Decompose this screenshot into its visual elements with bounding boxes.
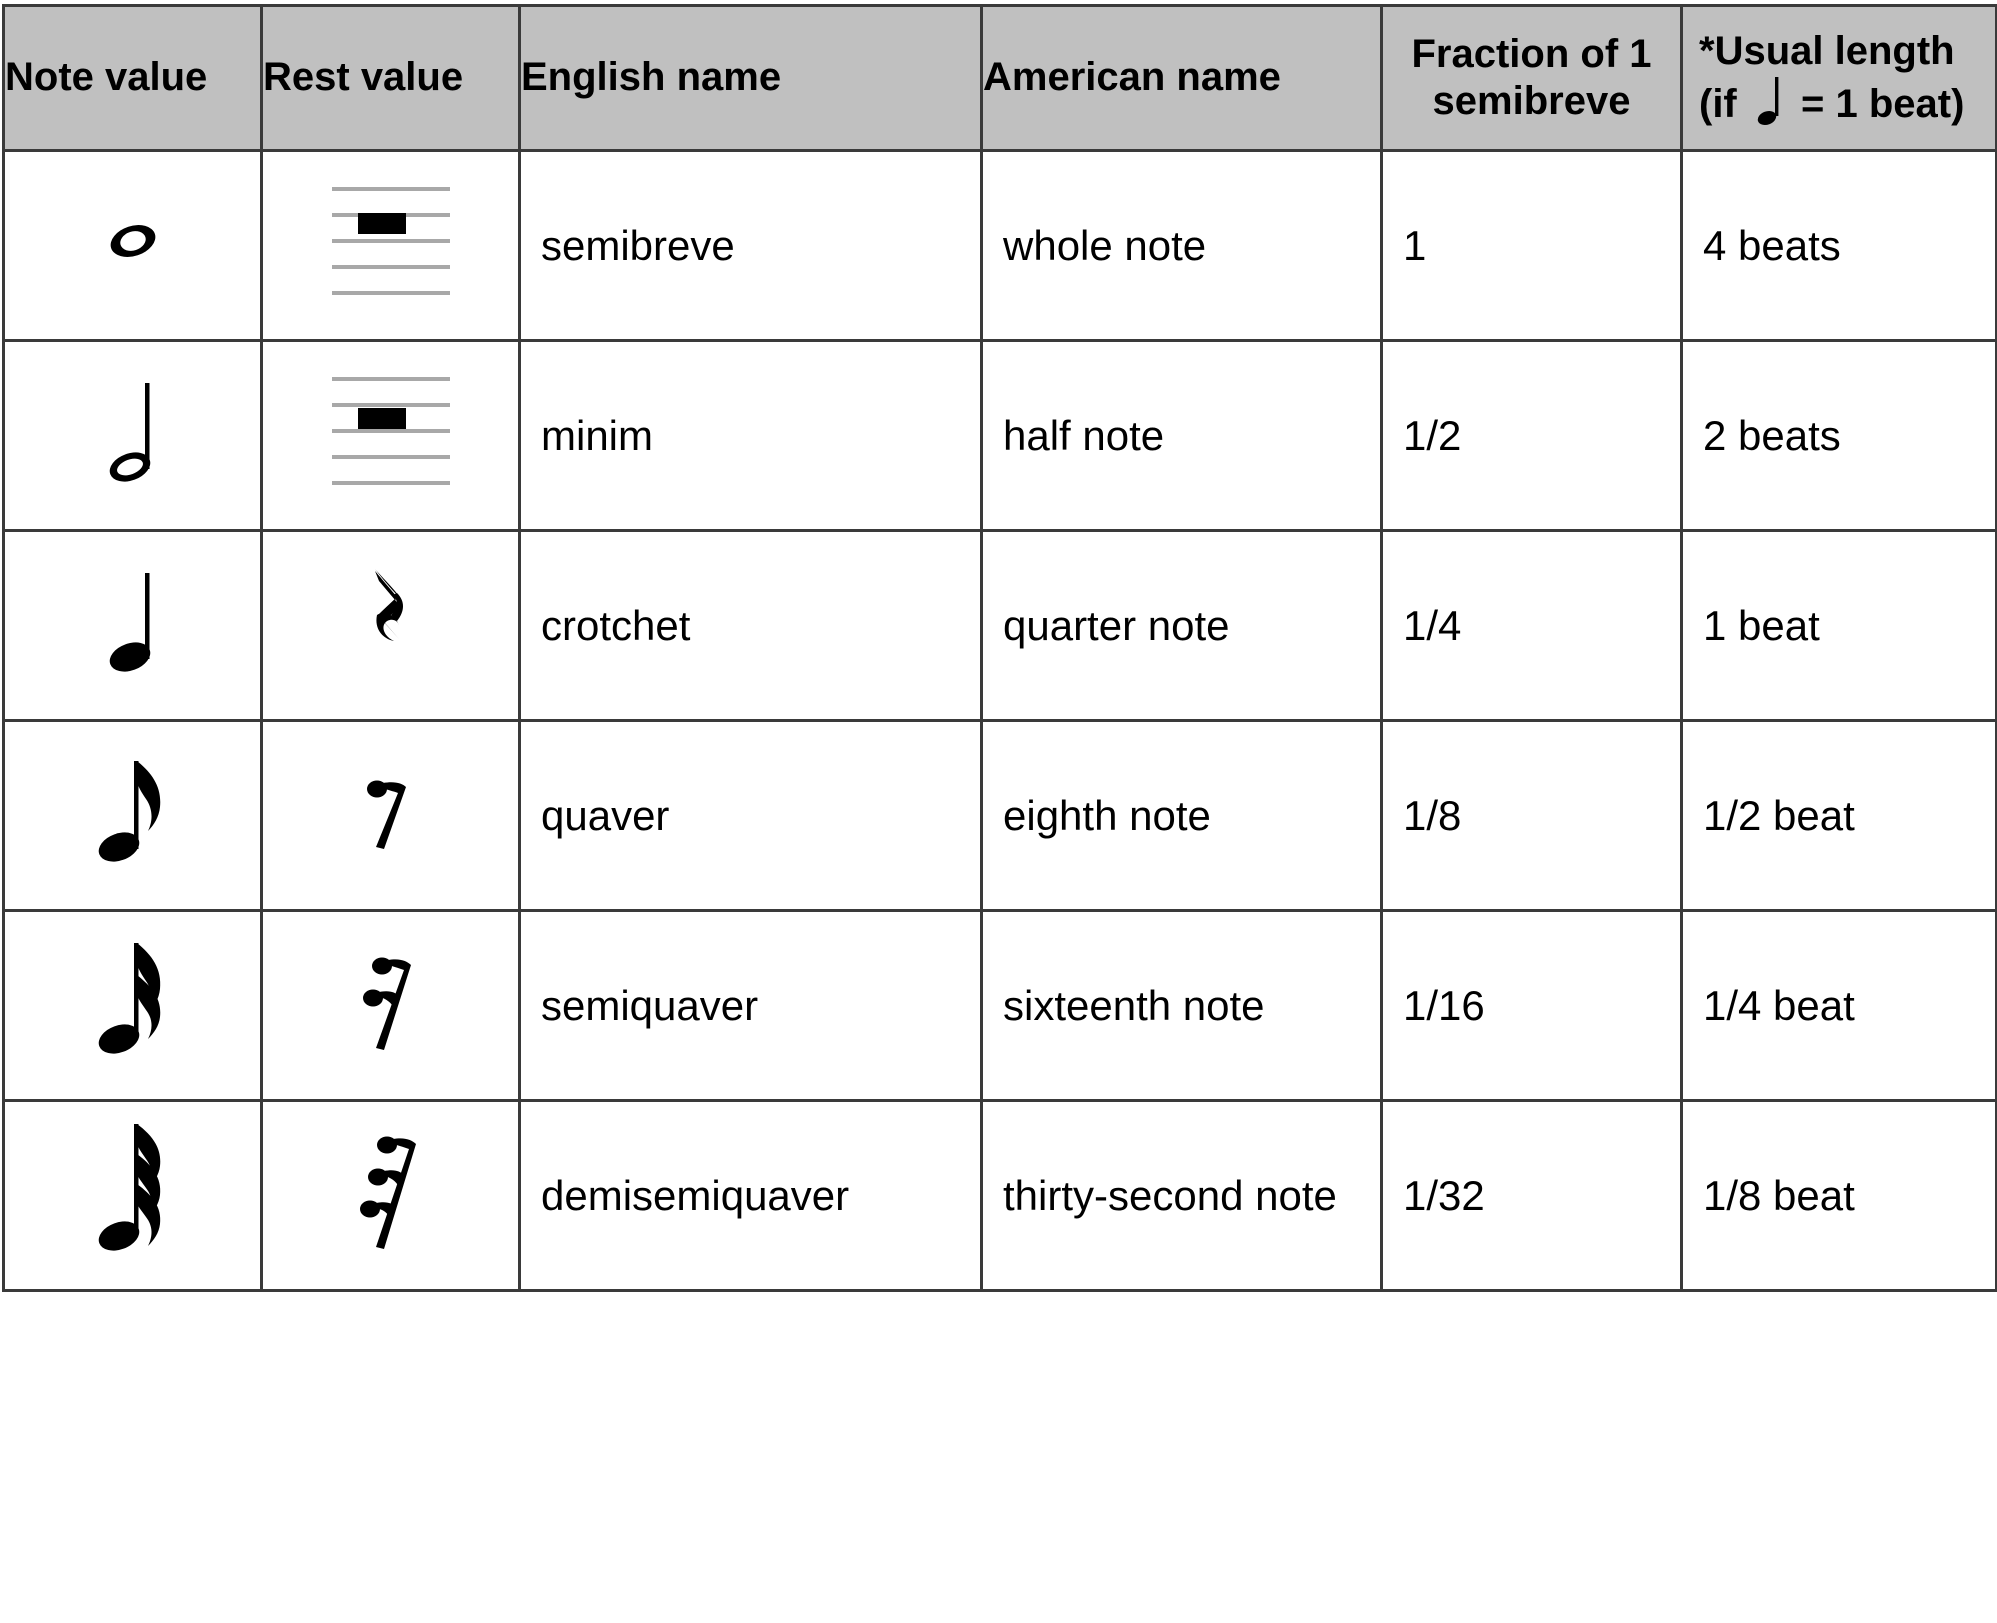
cell-usual-length: 1/8 beat: [1680, 1099, 1997, 1292]
usual-length-paren-close: = 1 beat): [1801, 82, 1965, 126]
staff-line: [331, 264, 450, 269]
minim-note-icon: [97, 367, 169, 495]
staff-line: [331, 290, 450, 295]
cell-note-value: [2, 529, 263, 722]
cell-usual-length: 2 beats: [1680, 339, 1997, 532]
fraction-header-line2: semibreve: [1432, 79, 1631, 123]
cell-rest-value: [260, 719, 521, 912]
cell-american-name: whole note: [980, 149, 1383, 342]
staff-line: [331, 238, 450, 243]
usual-length-header-line1: *Usual length: [1699, 28, 1955, 73]
quaver-rest-icon: [362, 763, 420, 859]
cell-rest-value: [260, 339, 521, 532]
cell-rest-value: [260, 909, 521, 1102]
cell-note-value: [2, 909, 263, 1102]
fraction-header-line1: Fraction of 1: [1411, 31, 1652, 76]
cell-note-value: [2, 1099, 263, 1292]
table-header: Note value Rest value English name Ameri…: [2, 4, 1997, 152]
usual-length-paren-open: (if: [1699, 82, 1737, 126]
cell-usual-length: 1 beat: [1680, 529, 1997, 722]
cell-fraction: 1/16: [1380, 909, 1683, 1102]
cell-note-value: [2, 149, 263, 342]
staff-line: [331, 454, 450, 459]
staff-line: [331, 428, 450, 433]
cell-fraction: 1: [1380, 149, 1683, 342]
table-body: semibreve whole note 1 4 beats minim hal…: [2, 149, 1997, 1292]
semiquaver-note-icon: [90, 933, 176, 1069]
table-row: semibreve whole note 1 4 beats: [2, 149, 1997, 342]
column-header-usual-length: *Usual length (if = 1 beat): [1680, 4, 1997, 152]
cell-english-name: minim: [518, 339, 983, 532]
column-header-note-value: Note value: [2, 4, 263, 152]
cell-fraction: 1/8: [1380, 719, 1683, 912]
cell-american-name: eighth note: [980, 719, 1383, 912]
rest-block: [357, 212, 406, 234]
table-row: quaver eighth note 1/8 1/2 beat: [2, 719, 1997, 912]
cell-note-value: [2, 719, 263, 912]
semiquaver-rest-icon: [360, 942, 422, 1060]
crotchet-note-icon: [97, 557, 169, 685]
cell-fraction: 1/32: [1380, 1099, 1683, 1292]
crotchet-rest-icon: [361, 563, 421, 679]
cell-rest-value: [260, 1099, 521, 1292]
column-header-rest-value: Rest value: [260, 4, 521, 152]
quaver-note-icon: [90, 747, 176, 875]
column-header-american-name: American name: [980, 4, 1383, 152]
staff-line: [331, 402, 450, 407]
table-row: minim half note 1/2 2 beats: [2, 339, 1997, 532]
cell-american-name: sixteenth note: [980, 909, 1383, 1102]
semibreve-note-icon: [97, 213, 169, 269]
cell-english-name: demisemiquaver: [518, 1099, 983, 1292]
cell-usual-length: 4 beats: [1680, 149, 1997, 342]
cell-usual-length: 1/2 beat: [1680, 719, 1997, 912]
usual-length-header-line2: (if = 1 beat): [1699, 75, 1995, 128]
header-row: Note value Rest value English name Ameri…: [2, 4, 1997, 152]
cell-english-name: crotchet: [518, 529, 983, 722]
staff-line: [331, 186, 450, 191]
demisemiquaver-rest-icon: [358, 1123, 424, 1259]
cell-american-name: quarter note: [980, 529, 1383, 722]
cell-rest-value: [260, 149, 521, 342]
cell-note-value: [2, 339, 263, 532]
table-row: semiquaver sixteenth note 1/16 1/4 beat: [2, 909, 1997, 1102]
cell-english-name: semiquaver: [518, 909, 983, 1102]
table-row: demisemiquaver thirty-second note 1/32 1…: [2, 1099, 1997, 1292]
semibreve-rest-icon: [331, 186, 450, 295]
staff-line: [331, 480, 450, 485]
cell-fraction: 1/2: [1380, 339, 1683, 532]
demisemiquaver-note-icon: [90, 1116, 176, 1266]
column-header-english-name: English name: [518, 4, 983, 152]
staff-line: [331, 376, 450, 381]
cell-rest-value: [260, 529, 521, 722]
cell-english-name: semibreve: [518, 149, 983, 342]
note-values-table: Note value Rest value English name Ameri…: [2, 4, 1997, 1292]
cell-fraction: 1/4: [1380, 529, 1683, 722]
cell-american-name: half note: [980, 339, 1383, 532]
cell-usual-length: 1/4 beat: [1680, 909, 1997, 1102]
cell-english-name: quaver: [518, 719, 983, 912]
column-header-fraction: Fraction of 1 semibreve: [1380, 4, 1683, 152]
crotchet-note-icon: [1754, 75, 1784, 127]
table-row: crotchet quarter note 1/4 1 beat: [2, 529, 1997, 722]
rest-block: [357, 407, 406, 429]
minim-rest-icon: [331, 376, 450, 485]
cell-american-name: thirty-second note: [980, 1099, 1383, 1292]
